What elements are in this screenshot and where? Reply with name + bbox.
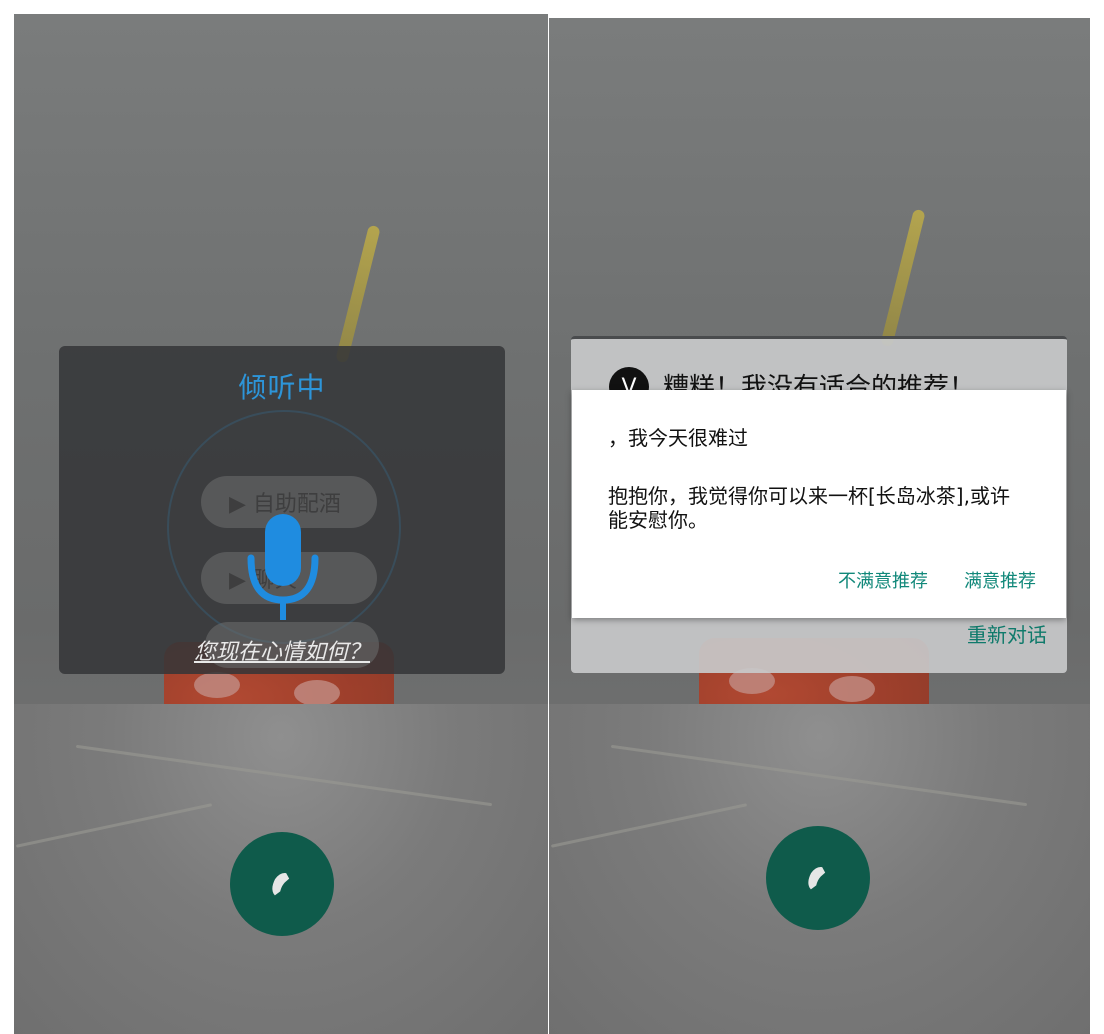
like-recommendation-button[interactable]: 满意推荐 — [964, 567, 1036, 593]
dialog-actions: 不满意推荐 满意推荐 — [838, 567, 1036, 593]
phone-icon — [808, 867, 826, 890]
dislike-recommendation-button[interactable]: 不满意推荐 — [838, 567, 928, 593]
phone-icon — [272, 873, 290, 896]
recommendation-screen: V 糟糕！我没有适合的推荐！ 重新对话 ，我今天很难过 抱抱你，我觉得你可以来一… — [549, 18, 1090, 1034]
listening-title: 倾听中 — [238, 371, 326, 404]
call-button[interactable] — [766, 826, 870, 930]
glass-dot — [194, 672, 240, 698]
assistant-message: 抱抱你，我觉得你可以来一杯[长岛冰茶],或许能安慰你。 — [608, 484, 1010, 533]
cloth-fold — [15, 803, 213, 848]
mood-prompt: 您现在心情如何？ — [193, 640, 370, 665]
straw — [880, 208, 926, 348]
glass-dot — [294, 680, 340, 706]
user-message: ，我今天很难过 — [608, 426, 748, 450]
restart-conversation-button[interactable]: 重新对话 — [967, 619, 1047, 648]
glass-dot — [829, 676, 875, 702]
cloth-fold — [75, 744, 493, 807]
microphone-icon[interactable] — [245, 514, 321, 622]
straw — [335, 224, 381, 364]
call-button[interactable] — [230, 832, 334, 936]
listening-screen: ▶ 自助配酒 ▶ 聊天 倾听中 您现在心情如何？ — [14, 14, 548, 1034]
recommendation-dialog: ，我今天很难过 抱抱你，我觉得你可以来一杯[长岛冰茶],或许能安慰你。 不满意推… — [572, 390, 1066, 618]
cloth-fold — [610, 744, 1028, 807]
listening-panel: ▶ 自助配酒 ▶ 聊天 倾听中 您现在心情如何？ — [59, 346, 505, 674]
cloth-fold — [550, 803, 748, 848]
